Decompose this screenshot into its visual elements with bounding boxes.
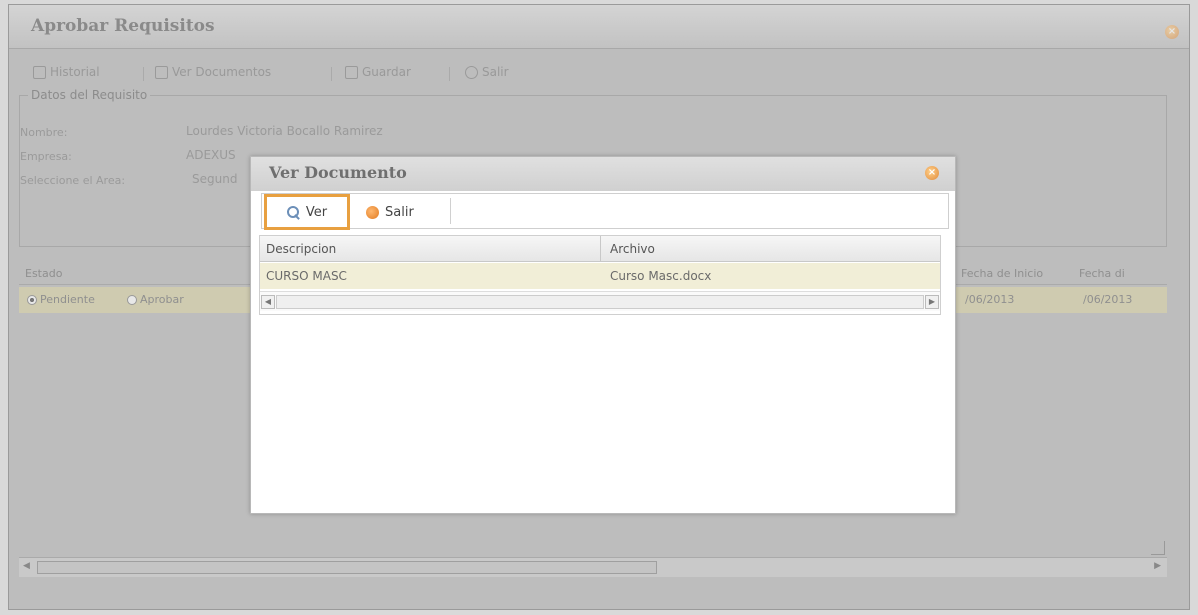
empresa-label: Empresa: — [20, 150, 72, 163]
main-toolbar: Historial Ver Documentos Guardar Salir — [9, 61, 1189, 87]
fecha-fin-header: Fecha di — [1079, 267, 1125, 280]
main-salir-label: Salir — [482, 65, 509, 79]
dialog-close-icon[interactable]: × — [925, 166, 939, 180]
historial-button[interactable]: Historial — [33, 65, 100, 79]
exit-icon — [366, 205, 379, 219]
ver-button[interactable]: Ver — [264, 194, 350, 230]
table-row[interactable]: CURSO MASC Curso Masc.docx — [260, 263, 940, 289]
area-label: Seleccione el Area: — [20, 174, 126, 187]
radio-aprobar[interactable]: Aprobar — [127, 293, 184, 306]
historial-label: Historial — [50, 65, 100, 79]
nombre-label: Nombre: — [20, 126, 68, 139]
guardar-label: Guardar — [362, 65, 411, 79]
nombre-value: Lourdes Victoria Bocallo Ramirez — [186, 124, 383, 138]
main-salir-button[interactable]: Salir — [465, 65, 509, 79]
dialog-horizontal-scrollbar[interactable]: ◀ ▶ — [260, 291, 940, 311]
resize-handle[interactable] — [1151, 541, 1165, 555]
dialog-title: Ver Documento — [269, 163, 407, 182]
scroll-right-icon[interactable]: ▶ — [1154, 561, 1161, 571]
scroll-left-icon[interactable]: ◀ — [23, 561, 30, 571]
fecha-inicio-header: Fecha de Inicio — [961, 267, 1044, 280]
scroll-thumb[interactable] — [37, 561, 657, 574]
toolbar-separator — [143, 67, 144, 81]
empresa-value: ADEXUS — [186, 148, 236, 162]
main-window-title: Aprobar Requisitos — [31, 16, 215, 36]
column-separator[interactable] — [600, 236, 601, 262]
ver-documentos-button[interactable]: Ver Documentos — [155, 65, 271, 79]
documents-grid-header: Descripcion Archivo — [260, 236, 940, 262]
toolbar-divider — [450, 198, 451, 224]
estado-header: Estado — [25, 267, 63, 280]
radio-aprobar-label: Aprobar — [140, 293, 184, 306]
history-icon — [33, 65, 46, 79]
salir-button[interactable]: Salir — [366, 200, 414, 224]
fecha-inicio-cell: /06/2013 — [965, 293, 1015, 306]
radio-on-icon — [27, 295, 37, 305]
scroll-track[interactable] — [276, 295, 924, 309]
guardar-button[interactable]: Guardar — [345, 65, 411, 79]
salir-label: Salir — [385, 204, 414, 220]
documents-icon — [155, 65, 168, 79]
dialog-toolbar: Ver Salir — [261, 193, 949, 230]
radio-off-icon — [127, 295, 137, 305]
cell-descripcion: CURSO MASC — [266, 269, 347, 283]
ver-label: Ver — [305, 204, 328, 220]
magnifier-icon — [286, 205, 300, 219]
save-icon — [345, 65, 358, 79]
exit-icon — [465, 65, 478, 79]
column-header-archivo[interactable]: Archivo — [610, 242, 655, 256]
ver-documento-dialog: Ver Documento × Ver Salir Descripcion Ar… — [250, 156, 956, 514]
main-close-icon[interactable]: × — [1165, 25, 1179, 39]
fecha-fin-cell: /06/2013 — [1083, 293, 1133, 306]
ver-documentos-label: Ver Documentos — [172, 65, 272, 79]
dialog-title-bar[interactable]: Ver Documento × — [251, 157, 955, 191]
fieldset-legend: Datos del Requisito — [28, 88, 151, 102]
scroll-left-icon[interactable]: ◀ — [261, 295, 275, 309]
main-horizontal-scrollbar[interactable]: ◀ ▶ — [19, 557, 1167, 577]
main-title-bar: Aprobar Requisitos × — [9, 5, 1189, 49]
toolbar-separator — [449, 67, 450, 81]
radio-pendiente[interactable]: Pendiente — [27, 293, 95, 306]
toolbar-separator — [331, 67, 332, 81]
column-header-descripcion[interactable]: Descripcion — [266, 242, 336, 256]
area-select[interactable]: Segund — [192, 172, 237, 186]
cell-archivo: Curso Masc.docx — [610, 269, 712, 283]
scroll-right-icon[interactable]: ▶ — [925, 295, 939, 309]
radio-pendiente-label: Pendiente — [40, 293, 95, 306]
documents-grid: Descripcion Archivo CURSO MASC Curso Mas… — [259, 235, 941, 315]
